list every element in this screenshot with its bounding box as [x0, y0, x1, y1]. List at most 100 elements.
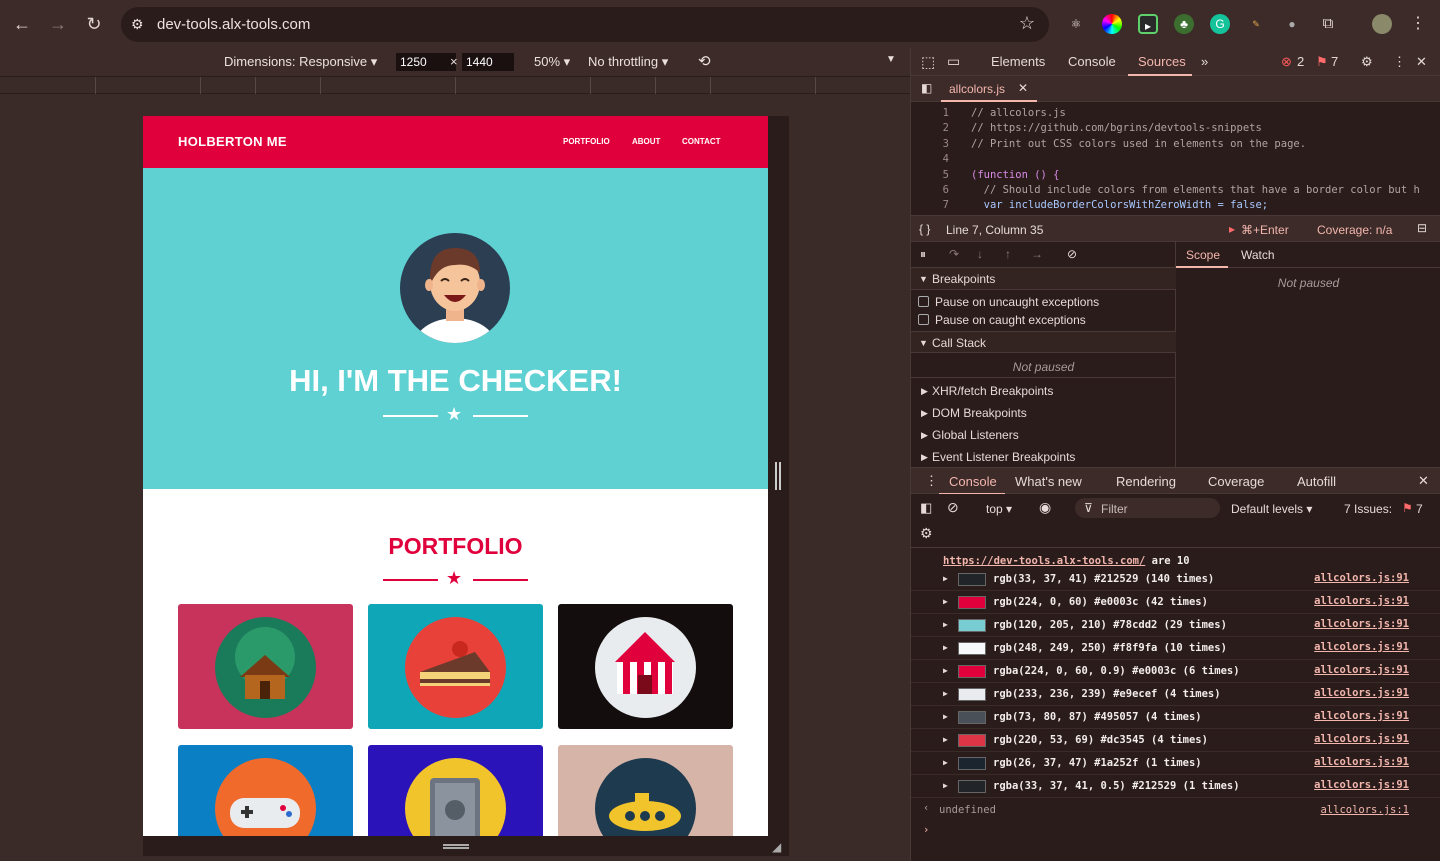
issues-flag-icon[interactable]: ⚑ — [1402, 501, 1413, 515]
extensions-puzzle-icon[interactable]: ⧉ — [1318, 14, 1338, 34]
tab-console[interactable]: Console — [1068, 54, 1116, 69]
log-row[interactable]: ▶ rgb(220, 53, 69) #dc3545 (4 times) allco… — [911, 729, 1440, 752]
expand-arrow-icon[interactable]: ▶ — [943, 574, 948, 583]
log-row[interactable]: ▶ rgb(224, 0, 60) #e0003c (42 times) allco… — [911, 591, 1440, 614]
pin-extension-icon[interactable]: ● — [1282, 14, 1302, 34]
log-row[interactable]: ▶ rgba(33, 37, 41, 0.5) #212529 (1 times)… — [911, 775, 1440, 798]
pretty-print-icon[interactable]: { } — [919, 222, 930, 236]
log-row[interactable]: ▶ rgba(224, 0, 60, 0.9) #e0003c (6 times)… — [911, 660, 1440, 683]
css-extension-icon[interactable]: ✎ — [1246, 14, 1266, 34]
issues-label[interactable]: 7 Issues: — [1344, 502, 1392, 516]
drawer-tab-autofill[interactable]: Autofill — [1297, 474, 1336, 489]
portfolio-item-circus[interactable] — [558, 604, 733, 729]
call-stack-header[interactable]: ▼ Call Stack — [911, 331, 1176, 353]
log-source-link[interactable]: allcolors.js:91 — [1314, 710, 1409, 722]
drawer-tab-whats-new[interactable]: What's new — [1015, 474, 1082, 489]
step-into-icon[interactable]: ↓ — [977, 247, 983, 261]
message-icon[interactable]: ⚑ — [1316, 54, 1328, 70]
expand-arrow-icon[interactable]: ▶ — [943, 666, 948, 675]
height-input[interactable]: 1440 — [462, 53, 514, 71]
run-icon[interactable]: ▸ — [1229, 222, 1235, 236]
viewport-resize-handle[interactable] — [775, 462, 781, 490]
event-listener-breakpoints-header[interactable]: ▶ Event Listener Breakpoints — [911, 446, 1176, 468]
global-listeners-header[interactable]: ▶ Global Listeners — [911, 424, 1176, 446]
dom-breakpoints-header[interactable]: ▶ DOM Breakpoints — [911, 402, 1176, 424]
console-filter-input[interactable]: ⊽ Filter — [1075, 498, 1220, 518]
expand-arrow-icon[interactable]: ▶ — [943, 620, 948, 629]
breakpoints-header[interactable]: ▼ Breakpoints — [911, 268, 1176, 290]
issues-count-badge[interactable]: 7 — [1416, 502, 1423, 516]
page-url-link[interactable]: https://dev-tools.alx-tools.com/ — [943, 555, 1145, 567]
log-row[interactable]: ▶ rgb(26, 37, 47) #1a252f (1 times) allcol… — [911, 752, 1440, 775]
settings-gear-icon[interactable]: ⚙ — [1361, 54, 1373, 70]
devtools-menu-icon[interactable]: ⋮ — [1393, 54, 1406, 70]
console-settings-icon[interactable]: ⚙ — [920, 525, 933, 542]
bookmark-star-icon[interactable]: ☆ — [1019, 13, 1035, 34]
dimensions-dropdown[interactable]: Dimensions: Responsive ▾ — [224, 54, 377, 70]
forward-arrow-icon[interactable]: → — [46, 12, 70, 36]
react-extension-icon[interactable]: ⚛ — [1066, 14, 1086, 34]
expand-arrow-icon[interactable]: ▶ — [943, 597, 948, 606]
console-prompt-icon[interactable]: › — [923, 824, 929, 836]
tab-watch[interactable]: Watch — [1241, 248, 1275, 262]
expand-arrow-icon[interactable]: ▶ — [943, 643, 948, 652]
portfolio-item-cabin[interactable] — [178, 604, 353, 729]
close-file-tab-icon[interactable]: ✕ — [1018, 81, 1028, 95]
caught-checkbox[interactable] — [918, 314, 929, 325]
portfolio-item-game[interactable] — [178, 745, 353, 836]
log-source-link[interactable]: allcolors.js:91 — [1314, 664, 1409, 676]
log-source-link[interactable]: allcolors.js:91 — [1314, 779, 1409, 791]
xhr-breakpoints-header[interactable]: ▶ XHR/fetch Breakpoints — [911, 380, 1176, 402]
close-devtools-icon[interactable]: ✕ — [1416, 54, 1427, 70]
reload-icon[interactable]: ↻ — [82, 12, 106, 36]
step-icon[interactable]: → — [1031, 247, 1043, 261]
address-bar[interactable]: ⚙ dev-tools.alx-tools.com ☆ — [121, 7, 1049, 42]
log-source-link[interactable]: allcolors.js:91 — [1314, 687, 1409, 699]
error-count[interactable]: 2 — [1297, 54, 1304, 69]
log-source-link[interactable]: allcolors.js:91 — [1314, 618, 1409, 630]
pause-icon[interactable]: ⏸ — [920, 247, 926, 262]
log-source-link[interactable]: allcolors.js:91 — [1314, 641, 1409, 653]
expand-arrow-icon[interactable]: ▶ — [943, 758, 948, 767]
nav-contact[interactable]: CONTACT — [682, 137, 721, 146]
log-row[interactable]: ▶ rgb(248, 249, 250) #f8f9fa (10 times) al… — [911, 637, 1440, 660]
tab-scope[interactable]: Scope — [1186, 248, 1220, 262]
issues-count[interactable]: 7 — [1331, 54, 1338, 69]
uncaught-checkbox[interactable] — [918, 296, 929, 307]
site-brand[interactable]: HOLBERTON ME — [178, 134, 287, 149]
log-row[interactable]: ▶ rgb(33, 37, 41) #212529 (140 times) allc… — [911, 568, 1440, 591]
rotate-icon[interactable]: ⟲ — [698, 52, 711, 70]
drawer-tab-coverage[interactable]: Coverage — [1208, 474, 1264, 489]
log-row[interactable]: ▶ rgb(233, 236, 239) #e9ecef (4 times) all… — [911, 683, 1440, 706]
nav-portfolio[interactable]: PORTFOLIO — [563, 137, 610, 146]
grammarly-extension-icon[interactable]: G — [1210, 14, 1230, 34]
log-levels-dropdown[interactable]: Default levels ▾ — [1231, 502, 1312, 516]
live-expression-eye-icon[interactable]: ◉ — [1039, 499, 1051, 516]
log-row[interactable]: ▶ rgb(120, 205, 210) #78cdd2 (29 times) al… — [911, 614, 1440, 637]
log-source-link[interactable]: allcolors.js:91 — [1314, 733, 1409, 745]
pause-caught-row[interactable]: Pause on caught exceptions — [911, 309, 1176, 331]
error-icon[interactable]: ⊗ — [1281, 54, 1292, 70]
log-source-link[interactable]: allcolors.js:91 — [1314, 595, 1409, 607]
step-over-icon[interactable]: ↷ — [949, 247, 959, 261]
browser-menu-icon[interactable]: ⋮ — [1408, 14, 1428, 34]
more-tabs-icon[interactable]: » — [1201, 54, 1208, 69]
site-info-icon[interactable]: ⚙ — [131, 15, 149, 33]
device-toggle-icon[interactable]: ▭ — [947, 53, 960, 70]
more-options-icon[interactable]: ▼ — [886, 54, 896, 65]
step-out-icon[interactable]: ↑ — [1005, 247, 1011, 261]
nav-about[interactable]: ABOUT — [632, 137, 660, 146]
console-sidebar-icon[interactable]: ◧ — [920, 500, 932, 516]
drawer-menu-icon[interactable]: ⋮ — [925, 473, 938, 489]
close-drawer-icon[interactable]: ✕ — [1418, 473, 1429, 489]
clear-console-icon[interactable]: ⊘ — [947, 499, 959, 516]
width-input[interactable]: 1250 — [396, 53, 456, 71]
tab-elements[interactable]: Elements — [991, 54, 1045, 69]
tree-extension-icon[interactable]: ♣ — [1174, 14, 1194, 34]
corner-resize-icon[interactable]: ◢ — [772, 840, 781, 854]
drawer-tab-console[interactable]: Console — [949, 474, 997, 489]
drawer-toggle-icon[interactable]: ⊟ — [1417, 221, 1427, 235]
inspect-icon[interactable]: ⬚ — [921, 53, 935, 71]
zoom-dropdown[interactable]: 50% ▾ — [534, 54, 570, 70]
terminal-extension-icon[interactable]: ▸ — [1138, 14, 1158, 34]
